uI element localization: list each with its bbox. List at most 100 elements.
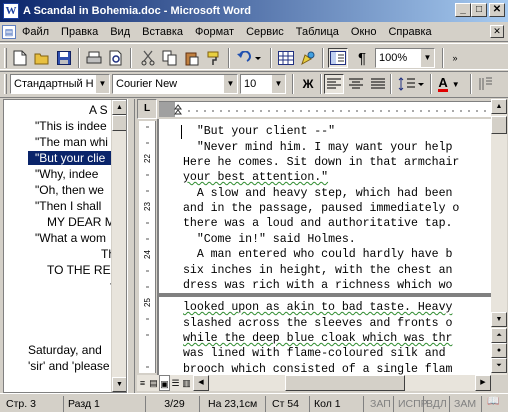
text-line[interactable]: "But your client --" — [183, 125, 335, 138]
web-view-icon[interactable]: ▤ — [148, 375, 159, 391]
status-rec[interactable]: ЗАП — [368, 396, 394, 412]
document-map-item[interactable]: 'sir' and 'please — [28, 359, 110, 373]
horizontal-ruler[interactable] — [159, 101, 491, 117]
scroll-right-icon[interactable]: ▶ — [475, 375, 491, 391]
document-area[interactable]: "But your client --" "Never mind him. I … — [157, 119, 491, 375]
menu-format[interactable]: Формат — [189, 26, 240, 38]
insert-table-icon[interactable] — [276, 48, 296, 68]
text-line[interactable]: looked upon as akin to bad taste. Heavy — [183, 301, 452, 314]
toolbar-grip[interactable] — [4, 48, 7, 68]
minimize-button[interactable]: _ — [455, 3, 471, 17]
open-folder-icon[interactable] — [32, 48, 52, 68]
text-line[interactable]: and in the passage, paused immediately o — [183, 202, 459, 215]
align-left-icon[interactable] — [324, 74, 344, 94]
show-formatting-icon[interactable]: ¶ — [352, 48, 372, 68]
close-button[interactable]: ✕ — [489, 3, 505, 17]
vertical-scrollbar[interactable]: ▲ ▼ ⏶ ● ⏷ — [491, 99, 507, 375]
previous-page-icon[interactable]: ⏶ — [491, 328, 507, 343]
toolbar-options-icon[interactable]: » — [448, 48, 462, 68]
document-map-item[interactable]: Saturday, and — [28, 343, 102, 357]
text-line[interactable]: was lined with flame-coloured silk and — [183, 347, 446, 360]
normal-view-icon[interactable]: ≡ — [137, 375, 148, 391]
scroll-thumb[interactable] — [285, 375, 405, 391]
document-map-scrollbar[interactable]: ▲ ▼ — [111, 100, 126, 392]
scroll-down-icon[interactable]: ▼ — [112, 377, 126, 392]
status-trk[interactable]: ИСПР — [396, 396, 428, 412]
save-icon[interactable] — [54, 48, 74, 68]
document-map-item[interactable]: "What a wom — [35, 231, 106, 245]
text-line[interactable]: while the deep blue cloak which was thr — [183, 332, 452, 345]
font-dropdown-icon[interactable]: ▼ — [223, 75, 237, 93]
menu-help[interactable]: Справка — [382, 26, 437, 38]
status-ovr[interactable]: ЗАМ — [452, 396, 482, 412]
format-painter-icon[interactable] — [204, 48, 224, 68]
menu-insert[interactable]: Вставка — [136, 26, 189, 38]
print-layout-icon[interactable]: ▣ — [159, 375, 170, 391]
text-line[interactable]: six inches in height, with the chest an — [183, 264, 452, 277]
page[interactable]: looked upon as akin to bad taste. Heavy … — [159, 297, 491, 375]
text-line[interactable]: slashed across the sleeves and fronts o — [183, 317, 452, 330]
document-map-item[interactable]: "The man whi — [35, 135, 108, 149]
font-size-combo[interactable]: 10 ▼ — [240, 74, 286, 94]
undo-icon[interactable] — [234, 48, 264, 68]
status-column[interactable]: Кол 1 — [312, 396, 364, 412]
reading-view-icon[interactable]: ▥ — [181, 375, 192, 391]
zoom-combo[interactable]: 100% ▼ — [375, 48, 435, 68]
toolbar-grip[interactable] — [4, 74, 7, 94]
status-line[interactable]: Ст 54 — [270, 396, 310, 412]
menu-window[interactable]: Окно — [345, 26, 383, 38]
document-map-item[interactable]: A S — [89, 103, 108, 117]
text-line[interactable]: Here he comes. Sit down in that armchair — [183, 156, 459, 169]
text-line[interactable]: dress was rich with a richness which wo — [183, 279, 452, 292]
next-page-icon[interactable]: ⏷ — [491, 358, 507, 373]
document-map-item[interactable]: MY DEAR M — [47, 215, 115, 229]
print-icon[interactable] — [84, 48, 104, 68]
document-map-item[interactable]: "Why, indee — [35, 167, 98, 181]
scroll-down-icon[interactable]: ▼ — [491, 312, 507, 327]
document-map-icon[interactable] — [328, 48, 348, 68]
bold-button[interactable]: Ж — [298, 74, 318, 94]
scroll-thumb[interactable] — [491, 116, 507, 134]
word-app-icon[interactable]: W — [3, 3, 19, 19]
document-map-pane[interactable]: A S "This is indee "The man whi "But you… — [3, 99, 127, 393]
scroll-thumb[interactable] — [112, 115, 126, 131]
spelling-status-icon[interactable]: 📖 — [487, 396, 503, 412]
status-position[interactable]: На 23,1см — [206, 396, 266, 412]
status-section[interactable]: Разд 1 — [66, 396, 146, 412]
document-map-item[interactable]: "Then I shall — [35, 199, 101, 213]
scroll-up-icon[interactable]: ▲ — [112, 100, 126, 115]
justify-icon[interactable] — [368, 74, 388, 94]
text-line[interactable]: A man entered who could hardly have b — [183, 248, 453, 261]
select-browse-object-icon[interactable]: ● — [491, 343, 507, 358]
document-map-item[interactable]: "This is indee — [35, 119, 107, 133]
toolbar-options-icon[interactable] — [476, 74, 496, 94]
text-line[interactable]: there was a loud and authoritative tap. — [183, 217, 452, 230]
text-line[interactable]: "Come in!" said Holmes. — [183, 233, 356, 246]
scroll-left-icon[interactable]: ◀ — [193, 375, 209, 391]
cut-icon[interactable] — [138, 48, 158, 68]
outline-view-icon[interactable]: ☰ — [170, 375, 181, 391]
menu-table[interactable]: Таблица — [290, 26, 345, 38]
text-line[interactable]: "Never mind him. I may want your help — [183, 141, 453, 154]
document-map-item[interactable]: TO THE RE — [47, 263, 111, 277]
font-size-dropdown-icon[interactable]: ▼ — [271, 75, 285, 93]
line-spacing-icon[interactable] — [396, 74, 426, 94]
menu-view[interactable]: Вид — [104, 26, 136, 38]
maximize-button[interactable]: □ — [471, 3, 487, 17]
menu-edit[interactable]: Правка — [55, 26, 104, 38]
print-preview-icon[interactable] — [106, 48, 126, 68]
font-combo[interactable]: Courier New ▼ — [112, 74, 238, 94]
scroll-up-icon[interactable]: ▲ — [491, 99, 507, 114]
page[interactable]: "But your client --" "Never mind him. I … — [159, 119, 491, 293]
text-line[interactable]: your best attention." — [183, 171, 328, 184]
align-center-icon[interactable] — [346, 74, 366, 94]
drawing-icon[interactable] — [298, 48, 318, 68]
document-icon[interactable]: ▤ — [2, 24, 16, 39]
text-line[interactable]: A slow and heavy step, which had been — [183, 187, 453, 200]
new-document-icon[interactable] — [10, 48, 30, 68]
status-page[interactable]: Стр. 3 — [4, 396, 64, 412]
status-pages[interactable]: 3/29 — [148, 396, 200, 412]
horizontal-scrollbar[interactable]: ≡ ▤ ▣ ☰ ▥ ◀ ▶ — [137, 375, 491, 391]
pane-splitter[interactable] — [127, 99, 135, 393]
title-bar[interactable]: W A Scandal in Bohemia.doc - Microsoft W… — [0, 0, 508, 22]
